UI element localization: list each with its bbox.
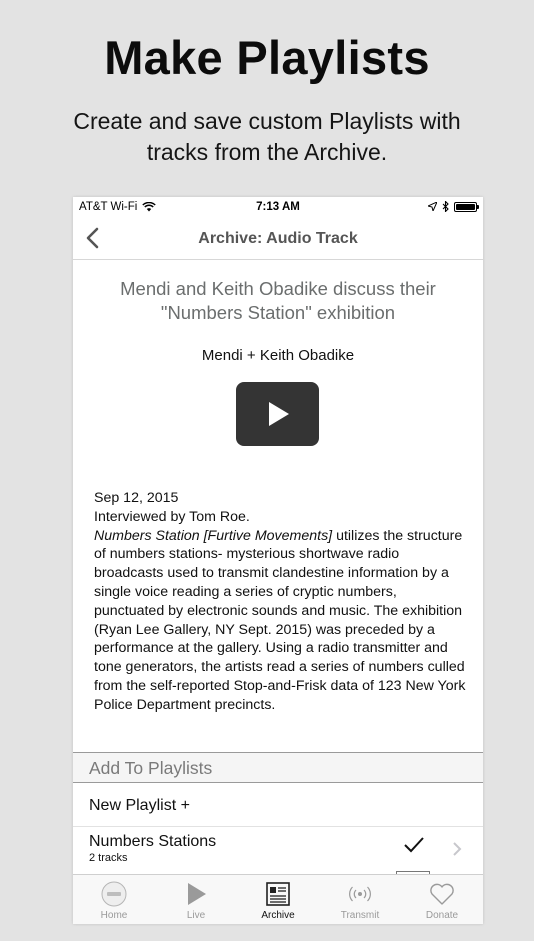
tab-transmit[interactable]: Transmit [319, 875, 401, 924]
track-description: Sep 12, 2015 Interviewed by Tom Roe. Num… [94, 489, 466, 715]
playlist-name: Numbers Stations [89, 833, 217, 850]
track-interviewer: Interviewed by Tom Roe. [94, 508, 250, 525]
broadcast-icon [349, 886, 371, 902]
exhibition-title: Numbers Station [Furtive Movements] [94, 527, 333, 544]
tab-label-live: Live [186, 910, 206, 921]
status-right [428, 201, 479, 212]
playlist-track-count: 2 tracks [89, 852, 128, 864]
checkmark-icon[interactable] [403, 836, 425, 854]
playlist-row[interactable]: Numbers Stations 2 tracks [73, 827, 483, 877]
home-logo-icon [101, 881, 127, 907]
tab-donate[interactable]: Donate [401, 875, 483, 924]
archive-icon [266, 882, 290, 906]
navigation-bar: Archive: Audio Track [73, 217, 483, 260]
promo-subtitle: Create and save custom Playlists with tr… [73, 108, 461, 165]
track-artist: Mendi + Keith Obadike [201, 347, 355, 364]
play-icon [269, 402, 289, 426]
bluetooth-icon [442, 201, 449, 212]
play-button[interactable] [236, 382, 319, 446]
tab-live[interactable]: Live [155, 875, 237, 924]
track-date: Sep 12, 2015 [94, 490, 179, 506]
new-playlist-button[interactable]: New Playlist + [73, 783, 483, 827]
nav-title: Archive: Audio Track [198, 230, 358, 247]
track-description-body: Numbers Station [Furtive Movements] util… [94, 527, 466, 715]
tab-home[interactable]: Home [73, 875, 155, 924]
status-bar: AT&T Wi-Fi 7:13 AM [73, 197, 483, 217]
status-time: 7:13 AM [256, 201, 300, 213]
tab-label-transmit: Transmit [340, 910, 380, 921]
chevron-right-icon[interactable] [451, 841, 463, 857]
description-text: utilizes the structure of numbers statio… [94, 527, 466, 713]
tab-label-donate: Donate [425, 910, 459, 921]
tab-archive[interactable]: Archive [237, 875, 319, 924]
add-to-playlists-header: Add To Playlists [73, 752, 483, 783]
tab-label-archive: Archive [261, 910, 295, 921]
battery-icon [454, 201, 479, 212]
heart-icon [430, 883, 454, 905]
tab-label-home: Home [100, 910, 128, 921]
track-title: Mendi and Keith Obadike discuss their "N… [120, 278, 436, 323]
play-icon [188, 883, 206, 905]
tab-bar: Home Live Archive Transmit Donate [73, 874, 483, 924]
location-arrow-icon [428, 202, 437, 211]
promo-title: Make Playlists [104, 31, 430, 84]
phone-screen: AT&T Wi-Fi 7:13 AM Archive: Audio Track … [73, 197, 483, 924]
